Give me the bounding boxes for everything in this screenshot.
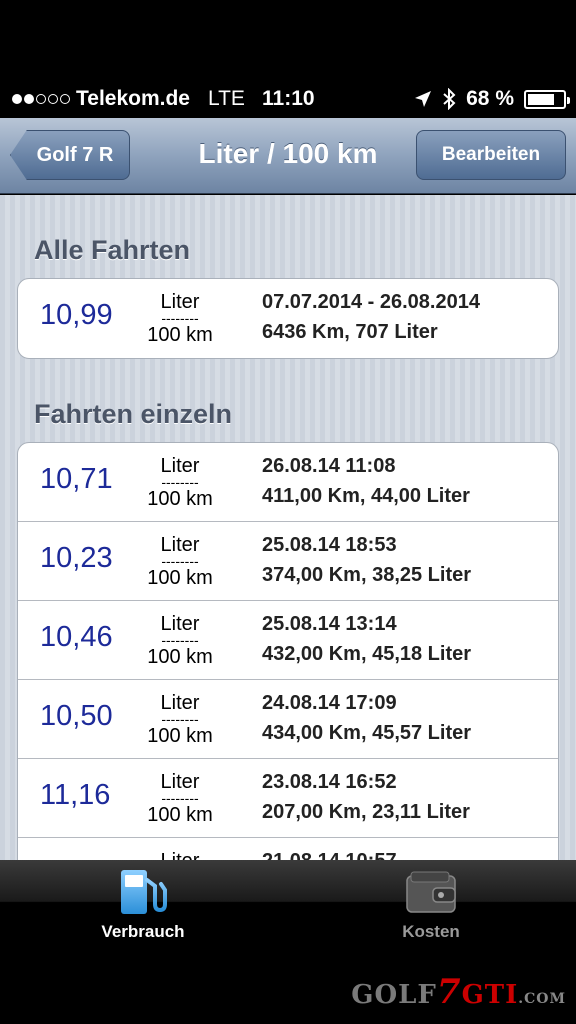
summary-group: 10,99 Liter -------- 100 km 07.07.2014 -… [17, 278, 559, 359]
consumption-value: 10,50 [40, 700, 113, 732]
edit-button-label: Bearbeiten [441, 144, 541, 165]
summary-row[interactable]: 10,99 Liter -------- 100 km 07.07.2014 -… [18, 279, 558, 358]
watermark-dotcom: .COM [518, 991, 566, 1007]
trip-row[interactable]: Liter 21.08.14 10:57 [18, 838, 558, 860]
summary-date-range: 07.07.2014 - 26.08.2014 [262, 291, 480, 313]
trip-datetime: 24.08.14 17:09 [262, 692, 397, 714]
content-scroll-area[interactable]: Alle Fahrten 10,99 Liter -------- 100 km… [0, 195, 576, 860]
trip-datetime: 23.08.14 16:52 [262, 771, 397, 793]
consumption-value: 10,99 [40, 299, 113, 331]
section-header-all-trips: Alle Fahrten [34, 235, 191, 265]
watermark-seven: 7 [436, 972, 462, 1012]
navigation-bar: Golf 7 R Liter / 100 km Bearbeiten [0, 118, 576, 194]
unit-denominator: 100 km [147, 324, 213, 346]
tab-label: Kosten [402, 922, 460, 941]
location-arrow-icon [415, 91, 432, 107]
tab-bar: Verbrauch Kosten [0, 860, 576, 952]
unit-fraction-bar: -------- [161, 310, 199, 326]
unit-numerator: Liter [142, 850, 218, 860]
consumption-unit: Liter -------- 100 km [142, 613, 218, 669]
trip-datetime: 25.08.14 18:53 [262, 534, 397, 556]
consumption-unit: Liter -------- 100 km [142, 455, 218, 511]
carrier-name: Telekom.de [76, 87, 190, 110]
signal-strength-icon [12, 94, 70, 104]
wallet-icon [406, 871, 456, 913]
top-black-bar [0, 0, 576, 80]
unit-denominator: 100 km [147, 646, 213, 668]
trip-distance-fuel: 434,00 Km, 45,57 Liter [262, 722, 472, 744]
unit-fraction-bar: -------- [161, 711, 199, 727]
trip-row[interactable]: 10,23 Liter -------- 100 km 25.08.14 18:… [18, 522, 558, 601]
unit-denominator: 100 km [147, 567, 213, 589]
unit-denominator: 100 km [147, 804, 213, 826]
unit-fraction-bar: -------- [161, 632, 199, 648]
bottom-area: GOLF7GTI.COM [0, 952, 576, 1024]
consumption-unit: Liter -------- 100 km [142, 291, 218, 347]
consumption-value: 11,16 [40, 779, 111, 811]
watermark-gti: GTI [461, 980, 519, 1010]
status-time: 11:10 [262, 87, 315, 110]
unit-fraction-bar: -------- [161, 553, 199, 569]
trip-row[interactable]: 10,50 Liter -------- 100 km 24.08.14 17:… [18, 680, 558, 759]
consumption-value: 10,23 [40, 542, 113, 574]
tab-verbrauch[interactable]: Verbrauch [48, 860, 238, 952]
battery-icon [524, 89, 570, 109]
network-type: LTE [207, 87, 245, 110]
trip-row[interactable]: 11,16 Liter -------- 100 km 23.08.14 16:… [18, 759, 558, 838]
edit-button[interactable]: Bearbeiten [416, 130, 566, 180]
bluetooth-icon [443, 88, 456, 110]
unit-denominator: 100 km [147, 725, 213, 747]
consumption-unit: Liter [142, 850, 218, 860]
trip-datetime: 21.08.14 10:57 [262, 850, 397, 860]
tab-kosten[interactable]: Kosten [336, 860, 526, 952]
trip-distance-fuel: 432,00 Km, 45,18 Liter [262, 643, 472, 665]
tab-label: Verbrauch [101, 922, 185, 941]
trip-datetime: 26.08.14 11:08 [262, 455, 396, 477]
trip-distance-fuel: 374,00 Km, 38,25 Liter [262, 564, 472, 586]
trip-row[interactable]: 10,46 Liter -------- 100 km 25.08.14 13:… [18, 601, 558, 680]
summary-totals: 6436 Km, 707 Liter [262, 321, 438, 343]
watermark-logo: GOLF7GTI.COM [351, 972, 566, 1012]
status-bar: Telekom.de LTE 11:10 68 % [0, 80, 576, 118]
battery-percent: 68 % [466, 87, 514, 110]
trip-distance-fuel: 207,00 Km, 23,11 Liter [262, 801, 470, 823]
unit-fraction-bar: -------- [161, 790, 199, 806]
watermark-golf: GOLF [351, 980, 437, 1010]
trip-datetime: 25.08.14 13:14 [262, 613, 397, 635]
consumption-unit: Liter -------- 100 km [142, 534, 218, 590]
consumption-unit: Liter -------- 100 km [142, 692, 218, 748]
trips-group: 10,71 Liter -------- 100 km 26.08.14 11:… [17, 442, 559, 860]
unit-denominator: 100 km [147, 488, 213, 510]
consumption-value: 10,46 [40, 621, 113, 653]
trip-row[interactable]: 10,71 Liter -------- 100 km 26.08.14 11:… [18, 443, 558, 522]
consumption-unit: Liter -------- 100 km [142, 771, 218, 827]
fuel-pump-icon [121, 870, 167, 914]
section-header-single-trips: Fahrten einzeln [34, 399, 233, 429]
trip-distance-fuel: 411,00 Km, 44,00 Liter [262, 485, 470, 507]
consumption-value: 10,71 [40, 463, 113, 495]
unit-fraction-bar: -------- [161, 474, 199, 490]
